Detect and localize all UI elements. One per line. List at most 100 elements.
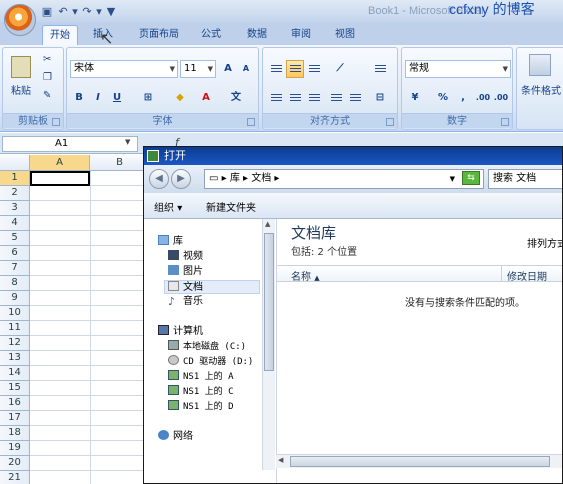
merge-center-icon[interactable]: ⊟ [371, 89, 389, 107]
nav-music[interactable]: ♪ 音乐 [168, 295, 203, 309]
grid-row[interactable] [30, 456, 145, 471]
address-bar[interactable]: ▭ ▸ 库 ▸ 文档 ▸ ▼ [204, 169, 484, 189]
redo-icon[interactable]: ↷ [80, 5, 94, 19]
row-header[interactable]: 9 [0, 291, 30, 306]
grid-row[interactable] [30, 306, 145, 321]
save-icon[interactable]: ▣ [40, 5, 54, 19]
increase-indent-icon[interactable] [346, 89, 364, 107]
fill-color-icon[interactable]: ◆ [171, 89, 189, 107]
nav-ns1-d[interactable]: NS1 上的 D [168, 400, 234, 414]
shrink-font-button[interactable]: A [237, 60, 255, 78]
grid-row[interactable] [30, 216, 145, 231]
grid-row[interactable] [30, 321, 145, 336]
grid-row[interactable] [30, 426, 145, 441]
grid-row[interactable] [30, 186, 145, 201]
conditional-format-button[interactable]: 条件格式 [521, 82, 561, 97]
scroll-thumb[interactable] [290, 456, 550, 467]
font-launcher-icon[interactable] [247, 118, 255, 126]
customize-qat-icon[interactable]: ▼ [104, 5, 118, 19]
grid-row[interactable] [30, 471, 145, 484]
row-header[interactable]: 16 [0, 396, 30, 411]
tab-page-layout[interactable]: 页面布局 [134, 25, 184, 45]
border-icon[interactable]: ⊞ [139, 89, 157, 107]
grid-row[interactable] [30, 351, 145, 366]
phonetic-icon[interactable]: 文 [227, 89, 245, 107]
grid-row[interactable] [30, 246, 145, 261]
conditional-format-icon[interactable] [529, 54, 551, 76]
underline-button[interactable]: U [108, 89, 126, 107]
number-format-select[interactable]: 常规 ▼ [405, 60, 511, 78]
row-header[interactable]: 1 [0, 171, 30, 186]
grid-row[interactable] [30, 201, 145, 216]
grid-row[interactable] [30, 276, 145, 291]
nav-library[interactable]: 库 [158, 235, 183, 249]
decrease-indent-icon[interactable] [327, 89, 345, 107]
horizontal-scrollbar[interactable]: ◀ [276, 454, 562, 468]
grid-row[interactable] [30, 231, 145, 246]
increase-decimal-button[interactable]: .00 [474, 89, 492, 107]
format-painter-icon[interactable]: ✎ [43, 90, 51, 101]
row-header[interactable]: 6 [0, 246, 30, 261]
row-header[interactable]: 11 [0, 321, 30, 336]
row-header[interactable]: 5 [0, 231, 30, 246]
row-header[interactable]: 17 [0, 411, 30, 426]
orientation-icon[interactable]: ⟋ [331, 60, 349, 78]
tab-data[interactable]: 数据 [242, 25, 272, 45]
chevron-down-icon[interactable]: ▼ [125, 138, 130, 146]
grid-row[interactable] [30, 261, 145, 276]
nav-videos[interactable]: 视频 [168, 250, 203, 264]
scroll-up-icon[interactable]: ▲ [265, 220, 270, 228]
paste-button[interactable]: 粘贴 [11, 82, 31, 97]
nav-drive-d[interactable]: CD 驱动器 (D:) [168, 355, 253, 369]
align-bottom-icon[interactable] [305, 60, 323, 78]
grid-row[interactable] [30, 366, 145, 381]
percent-button[interactable]: % [434, 89, 452, 107]
breadcrumb-documents[interactable]: 文档 [251, 173, 271, 184]
grow-font-button[interactable]: A [219, 60, 237, 78]
row-header[interactable]: 14 [0, 366, 30, 381]
row-header[interactable]: 21 [0, 471, 30, 484]
breadcrumb-library[interactable]: 库 [230, 173, 240, 184]
select-all-corner[interactable] [0, 155, 30, 171]
row-header[interactable]: 12 [0, 336, 30, 351]
number-launcher-icon[interactable] [501, 118, 509, 126]
row-header[interactable]: 10 [0, 306, 30, 321]
grid-row[interactable] [30, 381, 145, 396]
align-top-icon[interactable] [267, 60, 285, 78]
refresh-icon[interactable]: ⇆ [462, 171, 480, 185]
font-color-button[interactable]: A [197, 89, 215, 107]
name-box[interactable]: A1 [2, 136, 138, 152]
forward-icon[interactable]: ▶ [171, 169, 191, 189]
nav-documents[interactable]: 文档 [164, 280, 260, 294]
bold-button[interactable]: B [70, 89, 88, 107]
name-column-header[interactable]: 名称 ▲ [291, 268, 320, 283]
row-header[interactable]: 18 [0, 426, 30, 441]
row-header[interactable]: 4 [0, 216, 30, 231]
nav-pictures[interactable]: 图片 [168, 265, 203, 279]
grid-row[interactable] [30, 441, 145, 456]
search-input[interactable]: 搜索 文档 [488, 169, 562, 189]
undo-icon[interactable]: ↶ [56, 5, 70, 19]
tab-formulas[interactable]: 公式 [196, 25, 226, 45]
scroll-left-icon[interactable]: ◀ [278, 456, 283, 464]
tab-home[interactable]: 开始 [42, 25, 78, 45]
paste-icon[interactable] [11, 56, 31, 78]
clipboard-launcher-icon[interactable] [52, 118, 60, 126]
back-icon[interactable]: ◀ [149, 169, 169, 189]
grid-row[interactable] [30, 336, 145, 351]
row-header[interactable]: 7 [0, 261, 30, 276]
office-button[interactable] [4, 4, 36, 36]
italic-button[interactable]: I [89, 89, 107, 107]
column-header-b[interactable]: B [90, 155, 150, 171]
row-header[interactable]: 19 [0, 441, 30, 456]
scroll-thumb[interactable] [264, 233, 274, 371]
wrap-text-icon[interactable] [371, 60, 389, 78]
nav-network[interactable]: 网络 [158, 430, 193, 444]
align-middle-icon[interactable] [286, 60, 304, 78]
new-folder-button[interactable]: 新建文件夹 [206, 199, 256, 214]
align-left-icon[interactable] [267, 89, 285, 107]
arrange-by-button[interactable]: 排列方式 [527, 235, 562, 250]
row-header[interactable]: 3 [0, 201, 30, 216]
tab-view[interactable]: 视图 [330, 25, 360, 45]
nav-scrollbar[interactable]: ▲ [262, 219, 275, 470]
